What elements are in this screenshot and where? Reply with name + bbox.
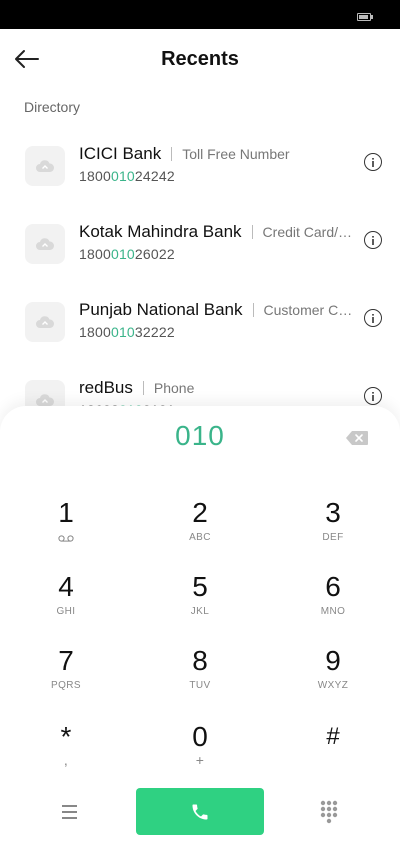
status-bar [0,0,400,29]
list-item[interactable]: Punjab National Bank Customer C… 1800010… [0,294,400,366]
key-5[interactable]: 5 JKL [140,571,260,635]
info-icon[interactable] [364,231,382,249]
key-9[interactable]: 9 WXYZ [273,645,393,709]
avatar [25,146,65,186]
info-icon[interactable] [364,309,382,327]
contact-subtitle: Toll Free Number [182,146,290,162]
section-label-directory: Directory [24,99,81,115]
key-6[interactable]: 6 MNO [273,571,393,635]
list-item[interactable]: Kotak Mahindra Bank Credit Card/… 180001… [0,216,400,288]
contact-number: 180001026022 [79,246,175,262]
contact-name: Kotak Mahindra Bank [79,222,242,241]
contact-subtitle: Credit Card/… [262,224,353,240]
contact-subtitle: Customer C… [263,302,353,318]
key-hash[interactable]: # [273,721,393,785]
dialed-number: 010 [175,420,225,451]
avatar [25,224,65,264]
key-2[interactable]: 2 ABC [140,497,260,561]
call-button[interactable] [136,788,264,835]
header: Recents [0,29,400,91]
keypad-icon[interactable] [320,800,338,824]
key-3[interactable]: 3 DEF [273,497,393,561]
key-1[interactable]: 1 [6,497,126,561]
key-8[interactable]: 8 TUV [140,645,260,709]
contact-name: ICICI Bank [79,144,162,163]
page-title: Recents [161,48,239,70]
cloud-icon [36,160,55,172]
backspace-icon[interactable] [346,431,368,445]
divider [142,381,144,395]
cloud-icon [36,394,55,406]
contact-number: 180001024242 [79,168,175,184]
info-icon[interactable] [364,387,382,405]
avatar [25,302,65,342]
list-item[interactable]: ICICI Bank Toll Free Number 180001024242 [0,138,400,210]
menu-icon[interactable] [60,803,80,821]
contact-name: Punjab National Bank [79,300,243,319]
key-0[interactable]: 0 + [140,721,260,785]
cloud-icon [36,238,55,250]
bottom-action-bar [0,788,400,836]
key-4[interactable]: 4 GHI [6,571,126,635]
info-icon[interactable] [364,153,382,171]
divider [252,303,254,317]
contact-number: 180001032222 [79,324,175,340]
key-7[interactable]: 7 PQRS [6,645,126,709]
phone-icon [192,804,208,819]
contact-name: redBus [79,378,133,397]
key-star[interactable]: * , [6,721,126,785]
battery-icon [357,13,373,21]
cloud-icon [36,316,55,328]
divider [171,147,173,161]
voicemail-icon [58,535,74,542]
contact-subtitle: Phone [153,380,195,396]
divider [251,225,253,239]
